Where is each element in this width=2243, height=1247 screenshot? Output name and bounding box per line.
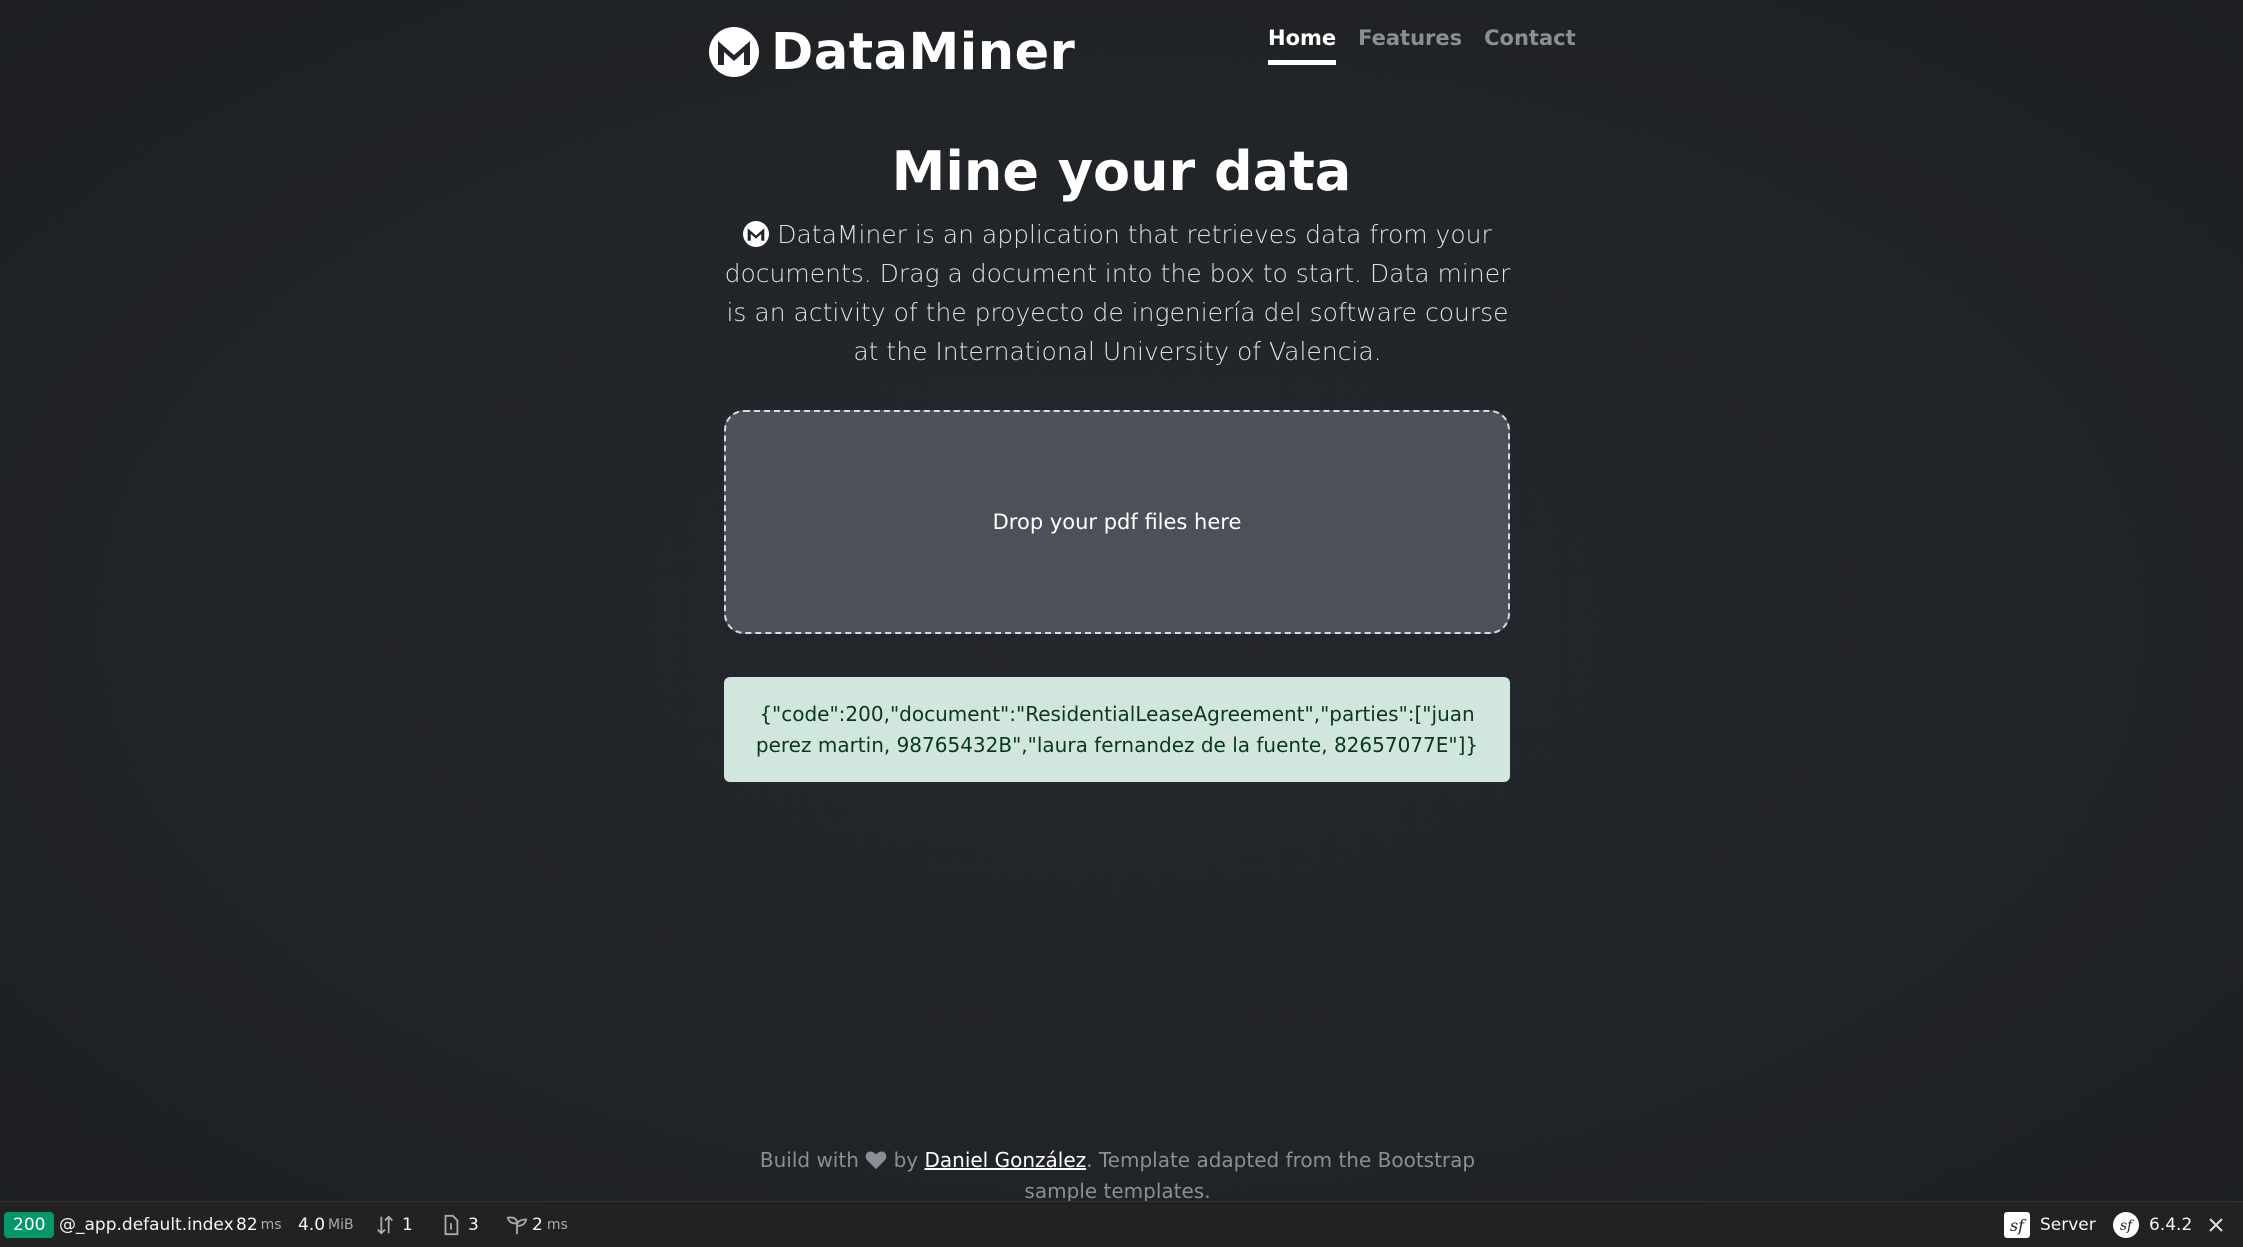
time-item[interactable]: 82 ms	[236, 1202, 282, 1247]
page-title: Mine your data	[891, 140, 1352, 203]
footer-prefix: Build with	[759, 1148, 859, 1172]
heart-icon	[865, 1151, 887, 1170]
author-link[interactable]: Daniel González	[924, 1148, 1086, 1172]
templates-count: 3	[468, 1214, 479, 1235]
dataminer-m-logo-icon	[743, 221, 770, 247]
time-value: 82	[236, 1214, 258, 1235]
memory-unit: MiB	[328, 1216, 354, 1233]
pdf-dropzone[interactable]: Drop your pdf files here	[724, 410, 1510, 634]
status-badge: 200	[4, 1211, 55, 1238]
main-nav: Home Features Contact	[1268, 26, 1598, 65]
nav-contact-link[interactable]: Contact	[1484, 26, 1576, 65]
symfony-logo-icon: sf	[2113, 1211, 2139, 1238]
sprout-icon	[506, 1216, 528, 1234]
arrows-up-down-icon	[377, 1214, 393, 1235]
memory-item[interactable]: 4.0 MiB	[298, 1202, 354, 1247]
events-value: 2	[532, 1214, 543, 1235]
templates-item[interactable]: 3	[440, 1202, 479, 1247]
close-icon	[2209, 1217, 2223, 1232]
route-name: @_app.default.index	[59, 1214, 234, 1235]
brand-name: DataMiner	[771, 22, 1076, 82]
events-item[interactable]: 2 ms	[506, 1202, 568, 1247]
requests-item[interactable]: 1	[374, 1202, 413, 1247]
hero-description-text: DataMiner is an application that retriev…	[724, 220, 1511, 366]
server-item[interactable]: sf Server	[2004, 1202, 2096, 1247]
memory-value: 4.0	[298, 1214, 326, 1235]
symfony-version: 6.4.2	[2149, 1214, 2193, 1235]
route-item[interactable]: @_app.default.index	[59, 1202, 234, 1247]
dataminer-m-logo-icon	[709, 27, 759, 77]
hero-description: DataMiner is an application that retriev…	[720, 215, 1515, 371]
result-alert: {"code":200,"document":"ResidentialLease…	[724, 677, 1510, 782]
close-toolbar-button[interactable]	[2207, 1202, 2225, 1247]
footer-by: by	[893, 1148, 919, 1172]
footer-suffix: . Template adapted from the Bootstrap sa…	[1024, 1148, 1476, 1203]
nav-home-link[interactable]: Home	[1268, 26, 1337, 65]
events-unit: ms	[546, 1216, 568, 1233]
server-label: Server	[2040, 1214, 2096, 1235]
debug-toolbar: 200 @_app.default.index 82 ms 4.0 MiB 1 …	[0, 1201, 2243, 1247]
dropzone-label: Drop your pdf files here	[992, 510, 1242, 534]
template-file-icon	[444, 1214, 459, 1235]
result-json-text: {"code":200,"document":"ResidentialLease…	[755, 701, 1479, 757]
symfony-version-item[interactable]: sf 6.4.2	[2113, 1202, 2192, 1247]
time-unit: ms	[260, 1216, 282, 1233]
symfony-logo-icon: sf	[2004, 1211, 2030, 1238]
brand[interactable]: DataMiner	[709, 22, 1075, 82]
nav-features-link[interactable]: Features	[1358, 26, 1462, 65]
status-code-item[interactable]: 200	[4, 1202, 55, 1247]
requests-count: 1	[402, 1214, 413, 1235]
page-footer: Build with by Daniel González. Template …	[730, 1145, 1505, 1207]
